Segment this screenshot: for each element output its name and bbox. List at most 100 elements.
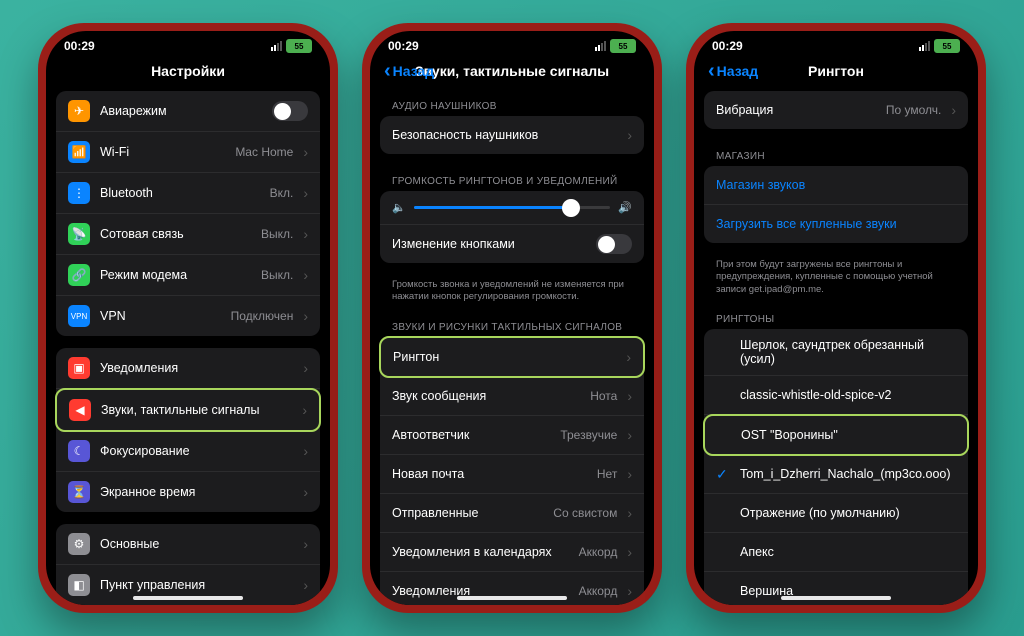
settings-row[interactable]: ⏳Экранное время› xyxy=(56,472,320,512)
sound-row[interactable]: Уведомления в календаряхАккорд› xyxy=(380,533,644,572)
row-value: Аккорд xyxy=(579,584,618,598)
sound-row[interactable]: АвтоответчикТрезвучие› xyxy=(380,416,644,455)
ringtone-row[interactable]: ✓Tom_i_Dzherri_Nachalo_(mp3co.ooo) xyxy=(704,455,968,494)
row-label: Уведомления xyxy=(100,361,293,375)
chevron-icon: › xyxy=(303,308,308,324)
row-icon: 📡 xyxy=(68,223,90,245)
row-label: Автоответчик xyxy=(392,428,550,442)
ringtone-label: OST "Воронины" xyxy=(741,428,955,442)
status-time: 00:29 xyxy=(712,39,743,53)
battery-icon: 55 xyxy=(610,39,636,53)
battery-icon: 55 xyxy=(934,39,960,53)
row-label: Звуки, тактильные сигналы xyxy=(101,403,292,417)
chevron-icon: › xyxy=(303,536,308,552)
section-label: ЗВУКИ И РИСУНКИ ТАКТИЛЬНЫХ СИГНАЛОВ xyxy=(380,312,644,337)
row-label: Уведомления в календарях xyxy=(392,545,569,559)
volume-low-icon: 🔈 xyxy=(392,201,406,214)
settings-row[interactable]: ⚙Основные› xyxy=(56,524,320,565)
settings-row[interactable]: VPNVPNПодключен› xyxy=(56,296,320,336)
change-with-buttons-row[interactable]: Изменение кнопками xyxy=(380,225,644,263)
settings-row[interactable]: 📡Сотовая связьВыкл.› xyxy=(56,214,320,255)
back-button[interactable]: Назад xyxy=(708,63,758,79)
ringtone-label: classic-whistle-old-spice-v2 xyxy=(740,388,956,402)
settings-row[interactable]: ✈Авиарежим xyxy=(56,91,320,132)
row-value: Со свистом xyxy=(553,506,617,520)
home-indicator[interactable] xyxy=(781,596,891,600)
row-icon: 📶 xyxy=(68,141,90,163)
chevron-icon: › xyxy=(302,402,307,418)
signal-icon xyxy=(919,41,930,51)
row-label: Экранное время xyxy=(100,485,293,499)
sound-row[interactable]: Звук сообщенияНота› xyxy=(380,377,644,416)
settings-row[interactable]: ☾ Фокусирование › xyxy=(56,431,320,472)
ringtone-row[interactable]: Отражение (по умолчанию) xyxy=(704,494,968,533)
ringtone-row[interactable]: classic-whistle-old-spice-v2 xyxy=(704,376,968,415)
row-label: Новая почта xyxy=(392,467,587,481)
settings-row[interactable]: 📶 Wi-Fi Mac Home › xyxy=(56,132,320,173)
ringtone-row[interactable]: Вершина xyxy=(704,572,968,605)
row-icon: ◧ xyxy=(68,574,90,596)
phone-sounds: 00:29 55 Назад Звуки, тактильные сигналы… xyxy=(362,23,662,613)
page-title: Рингтон xyxy=(808,63,864,79)
section-label: РИНГТОНЫ xyxy=(704,304,968,329)
chevron-icon: › xyxy=(303,443,308,459)
ringtone-row[interactable]: OST "Воронины" xyxy=(703,414,969,456)
chevron-icon: › xyxy=(303,577,308,593)
row-label: Пункт управления xyxy=(100,578,293,592)
row-label: Bluetooth xyxy=(100,186,260,200)
row-icon: ▣ xyxy=(68,357,90,379)
headphone-safety-row[interactable]: Безопасность наушников› xyxy=(380,116,644,154)
row-label: Рингтон xyxy=(393,350,616,364)
page-title: Настройки xyxy=(46,57,330,89)
download-purchased-link[interactable]: Загрузить все купленные звуки xyxy=(704,205,968,243)
row-label: Сотовая связь xyxy=(100,227,251,241)
sound-row[interactable]: УведомленияАккорд› xyxy=(380,572,644,605)
ringtone-row[interactable]: Апекс xyxy=(704,533,968,572)
row-label: Режим модема xyxy=(100,268,251,282)
row-label: Wi-Fi xyxy=(100,145,225,159)
footnote: Громкость звонка и уведомлений не изменя… xyxy=(380,275,644,312)
settings-row[interactable]: 🔗Режим модемаВыкл.› xyxy=(56,255,320,296)
section-label: ГРОМКОСТЬ РИНГТОНОВ И УВЕДОМЛЕНИЙ xyxy=(380,166,644,191)
sound-row[interactable]: Новая почтаНет› xyxy=(380,455,644,494)
vibration-row[interactable]: ВибрацияПо умолч.› xyxy=(704,91,968,129)
row-label: Фокусирование xyxy=(100,444,293,458)
phone-settings: 00:29 55 Настройки ✈Авиарежим📶Wi-FiMac H… xyxy=(38,23,338,613)
row-icon: ☾ xyxy=(68,440,90,462)
chevron-icon: › xyxy=(951,102,956,118)
section-label: АУДИО НАУШНИКОВ xyxy=(380,91,644,116)
chevron-icon: › xyxy=(303,484,308,500)
toggle[interactable] xyxy=(272,101,308,121)
row-label: VPN xyxy=(100,309,221,323)
toggle[interactable] xyxy=(596,234,632,254)
volume-slider[interactable]: 🔈🔊 xyxy=(380,191,644,225)
settings-row[interactable]: ▣Уведомления› xyxy=(56,348,320,389)
sound-row[interactable]: Рингтон › xyxy=(379,336,645,378)
chevron-icon: › xyxy=(626,349,631,365)
chevron-icon: › xyxy=(627,127,632,143)
ringtone-row[interactable]: Шерлок, саундтрек обрезанный (усил) xyxy=(704,329,968,376)
row-icon: ✈ xyxy=(68,100,90,122)
row-value: Подключен xyxy=(231,309,294,323)
ringtone-label: Tom_i_Dzherri_Nachalo_(mp3co.ooo) xyxy=(740,467,956,481)
row-icon: ⋮ xyxy=(68,182,90,204)
row-value: Mac Home xyxy=(235,145,293,159)
ringtone-label: Отражение (по умолчанию) xyxy=(740,506,956,520)
sound-store-link[interactable]: Магазин звуков xyxy=(704,166,968,205)
signal-icon xyxy=(271,41,282,51)
row-value: Вкл. xyxy=(270,186,294,200)
home-indicator[interactable] xyxy=(133,596,243,600)
home-indicator[interactable] xyxy=(457,596,567,600)
back-button[interactable]: Назад xyxy=(384,63,434,79)
row-value: Нота xyxy=(590,389,617,403)
settings-row[interactable]: ◀Звуки, тактильные сигналы› xyxy=(55,388,321,432)
chevron-icon: › xyxy=(627,583,632,599)
status-time: 00:29 xyxy=(64,39,95,53)
ringtone-label: Шерлок, саундтрек обрезанный (усил) xyxy=(740,338,956,366)
row-value: Трезвучие xyxy=(560,428,617,442)
chevron-icon: › xyxy=(303,144,308,160)
chevron-icon: › xyxy=(627,388,632,404)
sound-row[interactable]: ОтправленныеСо свистом› xyxy=(380,494,644,533)
chevron-icon: › xyxy=(303,267,308,283)
settings-row[interactable]: ⋮BluetoothВкл.› xyxy=(56,173,320,214)
